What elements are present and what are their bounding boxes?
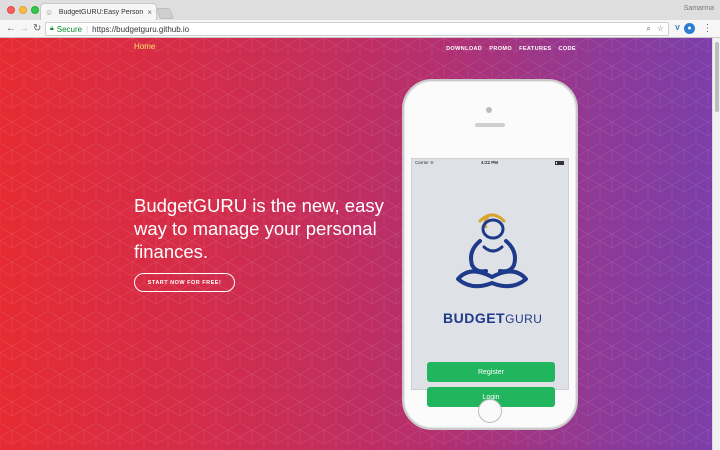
url-text[interactable]: https://budgetguru.github.io: [92, 25, 189, 34]
forward-icon[interactable]: →: [19, 22, 29, 35]
brand-budget: BUDGET: [443, 310, 506, 326]
start-now-button[interactable]: START NOW FOR FREE!: [134, 273, 235, 292]
secure-label: Secure: [56, 24, 83, 34]
new-tab-button[interactable]: [155, 8, 175, 19]
home-link[interactable]: Home: [134, 42, 155, 51]
browser-toolbar: ← → ↻ 🔒︎ Secure | https://budgetguru.git…: [0, 20, 720, 38]
nav-features[interactable]: FEATURES: [519, 46, 551, 52]
register-button[interactable]: Register: [427, 362, 555, 382]
phone-screen: Carrier ≋ 4:22 PM BUDGETGURU Register Lo…: [411, 158, 569, 407]
profile-name[interactable]: Samarma: [684, 5, 714, 12]
favicon-icon: ☺: [45, 7, 54, 17]
divider: |: [86, 24, 89, 34]
address-bar[interactable]: 🔒︎ Secure | https://budgetguru.github.io…: [45, 22, 669, 36]
tab-title: BudgetGURU:Easy Personal Fi: [58, 8, 144, 16]
title-bar: ☺ BudgetGURU:Easy Personal Fi × Samarma: [0, 0, 720, 20]
omnibox-actions: ⌕ ☆: [646, 24, 664, 34]
nav-code[interactable]: CODE: [559, 46, 577, 52]
battery-icon: [555, 160, 564, 165]
phone-camera: [486, 107, 492, 113]
zoom-window-button[interactable]: [31, 6, 39, 14]
carrier-label: Carrier ≋: [415, 160, 434, 165]
tab-close-icon[interactable]: ×: [147, 8, 152, 17]
phone-speaker: [475, 123, 505, 127]
extension-v-icon[interactable]: V: [672, 23, 683, 34]
menu-icon[interactable]: ⋮: [702, 23, 713, 34]
landing-page: Home DOWNLOAD PROMO FEATURES CODE Budget…: [0, 38, 712, 450]
page-scrollbar[interactable]: [712, 38, 720, 450]
extension-icon[interactable]: ●: [684, 23, 695, 34]
minimize-window-button[interactable]: [19, 6, 27, 14]
phone-home-button: [478, 399, 502, 423]
back-icon[interactable]: ←: [6, 22, 16, 35]
clock-label: 4:22 PM: [481, 160, 499, 165]
phone-mockup: Carrier ≋ 4:22 PM BUDGETGURU Register Lo…: [402, 79, 578, 430]
star-icon[interactable]: ☆: [657, 24, 664, 34]
nav-promo[interactable]: PROMO: [489, 46, 512, 52]
search-icon[interactable]: ⌕: [646, 24, 650, 34]
meditating-guru-logo-icon: [456, 213, 528, 289]
phone-status-bar: Carrier ≋ 4:22 PM: [412, 159, 568, 167]
reload-icon[interactable]: ↻: [33, 22, 41, 35]
lock-icon: 🔒︎: [50, 25, 54, 32]
close-window-button[interactable]: [7, 6, 15, 14]
scrollbar-thumb[interactable]: [715, 42, 719, 112]
brand-wordmark: BUDGETGURU: [443, 310, 542, 326]
hero-headline: BudgetGURU is the new, easy way to manag…: [134, 195, 384, 262]
nav-download[interactable]: DOWNLOAD: [446, 46, 482, 52]
brand-guru: GURU: [505, 312, 543, 326]
top-nav: DOWNLOAD PROMO FEATURES CODE: [446, 46, 576, 52]
browser-tab[interactable]: ☺ BudgetGURU:Easy Personal Fi ×: [40, 3, 157, 20]
